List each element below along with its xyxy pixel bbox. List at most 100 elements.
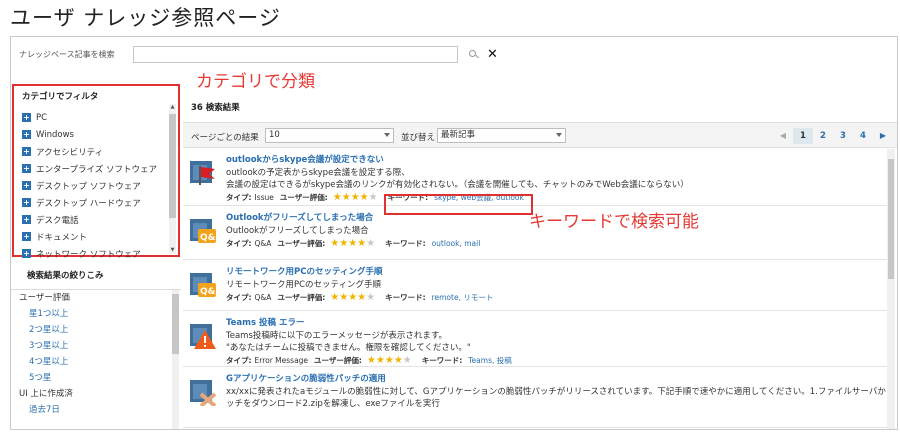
keywords-value[interactable]: Teams, 投稿 <box>468 355 512 366</box>
star-icon[interactable]: ★ <box>333 192 342 203</box>
chevron-down-icon <box>384 133 390 137</box>
per-page-value: 10 <box>269 130 280 140</box>
result-title-link[interactable]: Gアプリケーションの脆弱性パッチの適用 <box>226 372 386 384</box>
star-rating[interactable]: ★ ★ ★ ★ ★ <box>367 355 412 366</box>
per-page-select[interactable]: 10 <box>265 128 394 143</box>
star-icon[interactable]: ★ <box>357 238 366 249</box>
category-label: ネットワーク ソフトウェア <box>36 249 141 260</box>
keywords-value[interactable]: remote, リモート <box>432 292 494 303</box>
type-label: タイプ: <box>226 193 252 202</box>
star-icon[interactable]: ★ <box>360 192 369 203</box>
rating-label: ユーザー評価: <box>279 193 328 202</box>
keywords-value[interactable]: outlook, mail <box>432 239 481 248</box>
per-page-label: ページごとの結果 <box>191 133 259 143</box>
category-list: + PC + Windows + アクセシビリティ + エンタープライズ ソフトウェア + デスク… <box>22 109 167 262</box>
category-item[interactable]: + エンタープライズ ソフトウェア <box>22 160 167 177</box>
star-icon[interactable]: ★ <box>369 192 378 203</box>
expand-plus-icon[interactable]: + <box>22 130 31 139</box>
expand-plus-icon[interactable]: + <box>22 249 31 258</box>
category-item[interactable]: + デスクトップ ソフトウェア <box>22 177 167 194</box>
star-icon[interactable]: ★ <box>330 238 339 249</box>
result-snippet: 会議の設定はできるがskype会議のリンクが有効化されない。（会議を開催しても、… <box>226 180 689 190</box>
star-icon[interactable]: ★ <box>339 292 348 303</box>
results-scrollbar[interactable] <box>887 149 895 429</box>
rating-facet-heading: ユーザー評価 <box>19 293 70 303</box>
page-number-button[interactable]: 3 <box>833 128 853 144</box>
result-title-link[interactable]: Teams 投稿 エラー <box>226 316 305 328</box>
result-snippet: Outlookがフリーズしてしまった場合 <box>226 226 369 236</box>
category-item[interactable]: + ドキュメント <box>22 228 167 245</box>
type-value: Issue <box>254 193 274 202</box>
category-label: デスクトップ ハードウェア <box>36 198 141 209</box>
type-value: Q&A <box>254 293 272 302</box>
rating-filter-link[interactable]: 星1つ以上 <box>11 306 181 322</box>
expand-plus-icon[interactable]: + <box>22 147 31 156</box>
star-icon[interactable]: ★ <box>342 192 351 203</box>
result-snippet: リモートワーク用PCのセッティング手順 <box>226 280 382 290</box>
category-filter: カテゴリでフィルタ + PC + Windows + アクセシビリティ + エンタープライズ … <box>12 84 180 260</box>
search-icon[interactable] <box>468 49 479 60</box>
annotation-keyword: キーワードで検索可能 <box>529 212 699 232</box>
star-rating[interactable]: ★ ★ ★ ★ ★ <box>330 238 375 249</box>
search-input[interactable] <box>133 45 458 63</box>
expand-plus-icon[interactable]: + <box>22 113 31 122</box>
page-number-button[interactable]: 1 <box>793 128 813 144</box>
star-icon[interactable]: ★ <box>339 238 348 249</box>
filter-title: カテゴリでフィルタ <box>22 92 99 102</box>
star-icon[interactable]: ★ <box>366 238 375 249</box>
rating-label: ユーザー評価: <box>277 293 326 302</box>
prev-page-icon[interactable]: ◀ <box>773 128 793 144</box>
result-item: Gアプリケーションの脆弱性パッチの適用 xx/xxに発表されたaモジュールの脆弱性… <box>183 368 891 428</box>
date-filter-link[interactable]: 過去7日 <box>11 402 181 418</box>
next-page-icon[interactable]: ▶ <box>873 128 893 144</box>
category-item[interactable]: + アクセシビリティ <box>22 143 167 160</box>
star-icon[interactable]: ★ <box>403 355 412 366</box>
star-icon[interactable]: ★ <box>351 192 360 203</box>
result-item: Teams 投稿 エラー Teams投稿時に以下のエラーメッセージが表示されます。… <box>183 312 891 367</box>
rating-filter-link[interactable]: 4つ星以上 <box>11 354 181 370</box>
date-facet-list: 過去7日 <box>11 402 181 418</box>
scrollbar-thumb[interactable] <box>172 294 179 354</box>
category-item[interactable]: + ネットワーク ソフトウェア <box>22 245 167 262</box>
close-icon[interactable]: ✕ <box>487 48 498 61</box>
category-item[interactable]: + デスク電話 <box>22 211 167 228</box>
facet-scrollbar[interactable] <box>172 290 179 429</box>
result-title-link[interactable]: リモートワーク用PCのセッティング手順 <box>226 265 382 277</box>
scrollbar-thumb[interactable] <box>169 114 176 218</box>
scrollbar-thumb[interactable] <box>888 159 894 279</box>
result-title-link[interactable]: outlookからskype会議が設定できない <box>226 153 384 165</box>
rating-filter-link[interactable]: 3つ星以上 <box>11 338 181 354</box>
category-item[interactable]: + PC <box>22 109 167 126</box>
rating-filter-link[interactable]: 2つ星以上 <box>11 322 181 338</box>
sort-select[interactable]: 最新記事 <box>437 128 566 143</box>
page-number-button[interactable]: 2 <box>813 128 833 144</box>
scroll-up-icon[interactable]: ▲ <box>169 104 176 111</box>
star-icon[interactable]: ★ <box>330 292 339 303</box>
rating-filter-link[interactable]: 5つ星 <box>11 370 181 386</box>
star-icon[interactable]: ★ <box>367 355 376 366</box>
result-title-link[interactable]: Outlookがフリーズしてしまった場合 <box>226 211 373 223</box>
star-icon[interactable]: ★ <box>394 355 403 366</box>
results-list: outlookからskype会議が設定できない outlookの予定表からskyp… <box>183 149 891 429</box>
star-icon[interactable]: ★ <box>376 355 385 366</box>
category-item[interactable]: + Windows <box>22 126 167 143</box>
category-item[interactable]: + デスクトップ ハードウェア <box>22 194 167 211</box>
expand-plus-icon[interactable]: + <box>22 198 31 207</box>
star-icon[interactable]: ★ <box>385 355 394 366</box>
star-icon[interactable]: ★ <box>348 292 357 303</box>
star-rating[interactable]: ★ ★ ★ ★ ★ <box>330 292 375 303</box>
expand-plus-icon[interactable]: + <box>22 181 31 190</box>
pagination: ◀ 1 2 3 4 ▶ <box>773 128 893 144</box>
expand-plus-icon[interactable]: + <box>22 215 31 224</box>
svg-text:Q&A: Q&A <box>200 233 217 243</box>
page-number-button[interactable]: 4 <box>853 128 873 144</box>
date-facet-heading: UI 上に作成済 <box>19 389 73 399</box>
scroll-down-icon[interactable]: ▼ <box>169 247 176 254</box>
expand-plus-icon[interactable]: + <box>22 164 31 173</box>
star-icon[interactable]: ★ <box>348 238 357 249</box>
expand-plus-icon[interactable]: + <box>22 232 31 241</box>
star-icon[interactable]: ★ <box>357 292 366 303</box>
category-scrollbar[interactable]: ▲ ▼ <box>169 104 176 254</box>
star-rating[interactable]: ★ ★ ★ ★ ★ <box>333 192 378 203</box>
star-icon[interactable]: ★ <box>366 292 375 303</box>
